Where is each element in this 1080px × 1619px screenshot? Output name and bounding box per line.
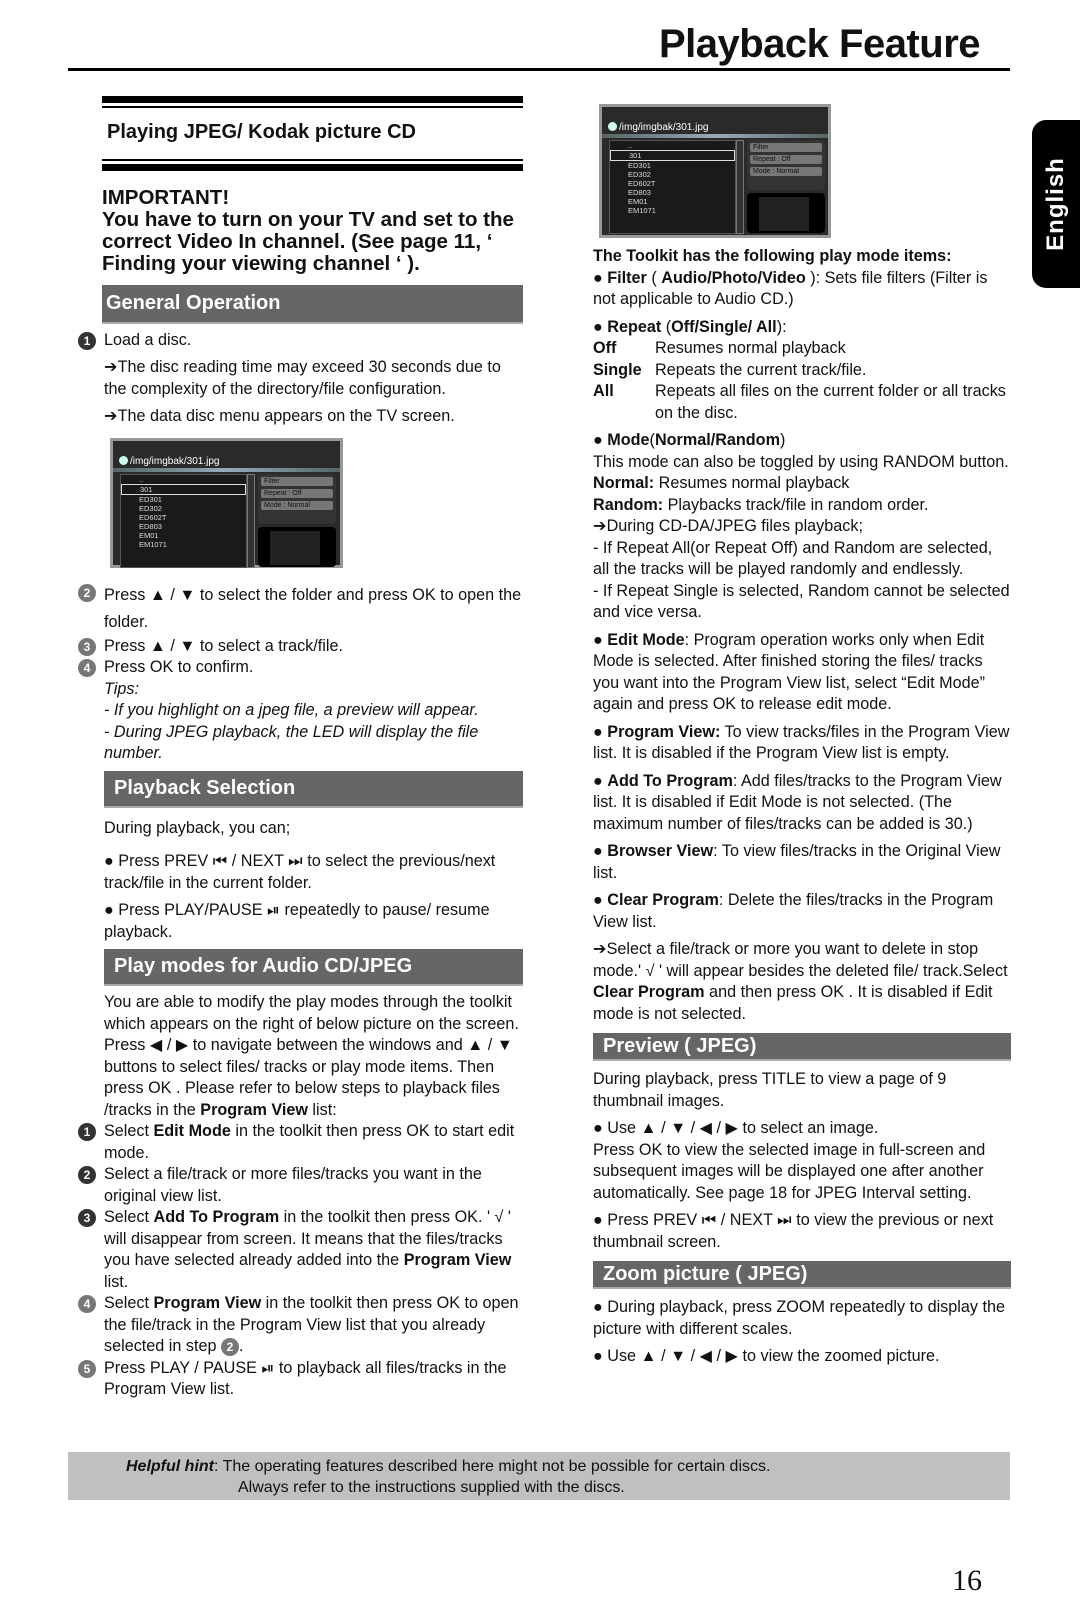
repeat-single: Single Repeats the current track/file.	[593, 360, 867, 379]
file-list: .. 301 ED301 ED302 ED602T ED803 EM01 EM1071	[609, 140, 736, 234]
item-edit-mode: ● Edit Mode: Program operation works onl…	[593, 630, 985, 714]
hint-label: Helpful hint	[126, 1458, 214, 1475]
step-number-icon: 1	[78, 1123, 96, 1141]
item-add-to-program: ● Add To Program: Add files/tracks to th…	[593, 771, 1002, 833]
step-text: Select a file/track or more files/tracks…	[104, 1165, 482, 1205]
note: - If Repeat All(or Repeat Off) and Rando…	[593, 538, 993, 579]
language-tab: English	[1032, 120, 1080, 288]
rule	[102, 96, 523, 103]
helpful-hint-box: Helpful hint: The operating features des…	[68, 1452, 1010, 1500]
bullet: ● Use ▲ / ▼ / ◀ / ▶ to select an image.	[593, 1119, 879, 1137]
tv-screen-screenshot: /img/imgbak/301.jpg .. 301 ED301 ED302 ED602…	[599, 104, 831, 238]
step-text: Press OK to confirm.	[104, 658, 254, 676]
rule	[102, 158, 523, 161]
heading-play-modes: Play modes for Audio CD/JPEG	[104, 949, 523, 986]
item-mode: ● Mode(Normal/Random)	[593, 431, 786, 449]
bullet: ● Use ▲ / ▼ / ◀ / ▶ to view the zoomed p…	[593, 1347, 940, 1365]
preview-pane	[258, 526, 336, 567]
scrollbar	[736, 140, 744, 234]
hint-text: Always refer to the instructions supplie…	[238, 1479, 625, 1496]
left-column: Playing JPEG/ Kodak picture CD IMPORTANT…	[78, 96, 523, 1401]
page-number: 16	[952, 1564, 982, 1597]
tip: - If you highlight on a jpeg file, a pre…	[104, 701, 479, 719]
note: - If Repeat Single is selected, Random c…	[593, 581, 1010, 622]
step-number-icon: 2	[78, 583, 96, 602]
important-heading: IMPORTANT!	[102, 185, 230, 209]
step-number-icon: 3	[78, 637, 96, 656]
step-text: Select Add To Program in the toolkit the…	[104, 1208, 512, 1291]
bullet: ● Press PREV ⏮ / NEXT ⏭ to view the prev…	[593, 1211, 994, 1251]
repeat-off: Off Resumes normal playback	[593, 339, 846, 357]
mode-normal: Normal: Resumes normal playback	[593, 474, 850, 492]
toolkit-panel: Filter Repeat : Off Mode : Normal	[258, 473, 336, 524]
section-subtitle: Playing JPEG/ Kodak picture CD	[107, 121, 416, 143]
bullet: ● Press PREV ⏮ / NEXT ⏭ to select the pr…	[104, 852, 496, 892]
important-text: You have to turn on your TV and set to t…	[102, 207, 514, 275]
step-text: Press PLAY / PAUSE ⏯ to playback all fil…	[104, 1358, 507, 1399]
important-notice: IMPORTANT! You have to turn on your TV a…	[102, 185, 523, 275]
bullet: ● Press PLAY/PAUSE ⏯ repeatedly to pause…	[104, 901, 490, 941]
note: ➔Select a file/track or more you want to…	[593, 940, 1008, 1023]
file-list: .. 301 ED301 ED302 ED602T ED803 EM01 EM1071	[120, 473, 247, 568]
disc-icon	[119, 455, 128, 465]
note: ➔The disc reading time may exceed 30 sec…	[104, 358, 501, 398]
step-number-icon: 4	[78, 659, 96, 677]
item-repeat: ● Repeat (Off/Single/ All):	[593, 317, 787, 336]
heading-playback-selection: Playback Selection	[104, 770, 523, 808]
title-rule	[68, 68, 1010, 71]
item-browser-view: ● Browser View: To view files/tracks in …	[593, 842, 1001, 882]
step-number-icon: 1	[78, 331, 96, 350]
repeat-all: All Repeats all files on the current fold…	[593, 382, 1006, 422]
language-tab-label: English	[1042, 157, 1069, 251]
paragraph: During playback, you can;	[104, 818, 291, 837]
toolkit-panel: Filter Repeat : Off Mode : Normal	[747, 140, 825, 190]
step-text: Press ▲ / ▼ to select a track/file.	[104, 636, 343, 655]
toolkit-heading: The Toolkit has the following play mode …	[593, 247, 952, 265]
paragraph: During playback, press TITLE to view a p…	[593, 1070, 947, 1110]
item-clear-program: ● Clear Program: Delete the files/tracks…	[593, 891, 994, 931]
right-column: /img/imgbak/301.jpg .. 301 ED301 ED302 ED602…	[593, 104, 1011, 1368]
tv-screen-screenshot: /img/imgbak/301.jpg .. 301 ED301 ED302 ED602…	[110, 437, 343, 568]
step-number-icon: 4	[78, 1295, 96, 1313]
step-text: Select Program View in the toolkit then …	[104, 1294, 519, 1356]
mode-random: Random: Playbacks track/file in random o…	[593, 495, 929, 514]
step-number-icon: 2	[78, 1166, 96, 1184]
tips-label: Tips:	[104, 679, 139, 698]
step-number-icon: 3	[78, 1209, 96, 1227]
heading-zoom: Zoom picture ( JPEG)	[593, 1261, 1011, 1289]
hint-text: The operating features described here mi…	[222, 1458, 771, 1475]
page-title: Playback Feature	[658, 22, 981, 66]
rule	[102, 163, 523, 171]
paragraph: Press OK to view the selected image in f…	[593, 1140, 986, 1202]
paragraph: You are able to modify the play modes th…	[104, 993, 519, 1119]
step-text: Load a disc.	[104, 330, 192, 349]
disc-icon	[608, 122, 617, 131]
preview-pane	[747, 193, 825, 233]
scrollbar	[247, 473, 255, 568]
note: ➔During CD-DA/JPEG files playback;	[593, 517, 863, 535]
tip: - During JPEG playback, the LED will dis…	[104, 722, 479, 763]
heading-general-operation: General Operation	[102, 284, 523, 324]
item-program-view: ● Program View: To view tracks/files in …	[593, 722, 1010, 763]
note: ➔The data disc menu appears on the TV sc…	[104, 407, 455, 425]
screen-divider	[602, 134, 828, 138]
bullet: ● During playback, press ZOOM repeatedly…	[593, 1298, 1005, 1338]
step-ref-icon: 2	[220, 1338, 239, 1356]
step-text: Select Edit Mode in the toolkit then pre…	[104, 1122, 515, 1162]
paragraph: This mode can also be toggled by using R…	[593, 452, 1009, 471]
screen-divider	[113, 467, 340, 472]
heading-preview: Preview ( JPEG)	[593, 1033, 1011, 1061]
item-filter: ● Filter ( Audio/Photo/Video ): Sets fil…	[593, 268, 988, 309]
step-text: Press ▲ / ▼ to select the folder and pre…	[104, 585, 522, 631]
step-number-icon: 5	[78, 1359, 96, 1378]
